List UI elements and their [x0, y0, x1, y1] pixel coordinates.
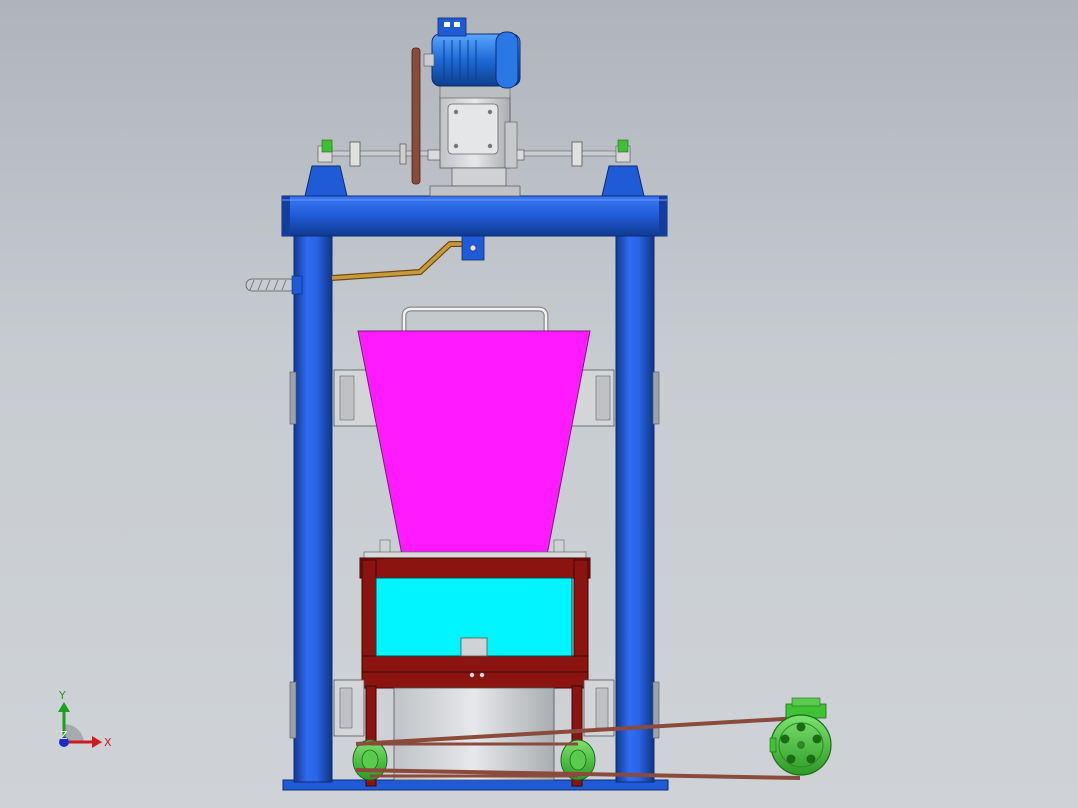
- lever-arm: [331, 235, 485, 281]
- gearbox: [427, 95, 525, 197]
- right-column: [615, 231, 660, 783]
- left-bearing-pedestal: [304, 165, 348, 197]
- axis-label-y: Y: [58, 689, 66, 702]
- axis-triad: Y X Z: [58, 689, 112, 749]
- lower-slide-bracket-left: [333, 679, 365, 737]
- motor-belt: [411, 47, 421, 185]
- hopper-handle: [401, 306, 549, 332]
- lever-handle-grip: [245, 275, 303, 295]
- left-lower-pulley: [352, 739, 388, 781]
- axis-label-z: Z: [60, 729, 68, 742]
- bin-latch: [460, 637, 488, 657]
- machine-drawing: Y X Z: [58, 17, 832, 791]
- hopper: [357, 330, 591, 556]
- electric-motor: [423, 17, 521, 99]
- cad-viewport[interactable]: Y X Z: [0, 0, 1078, 808]
- right-bearing-pedestal: [601, 165, 645, 197]
- aux-drive-unit: [769, 697, 832, 776]
- axis-label-x: X: [104, 736, 112, 749]
- top-crossbeam: [281, 195, 668, 237]
- base-plate: [282, 779, 669, 791]
- left-column: [289, 231, 333, 783]
